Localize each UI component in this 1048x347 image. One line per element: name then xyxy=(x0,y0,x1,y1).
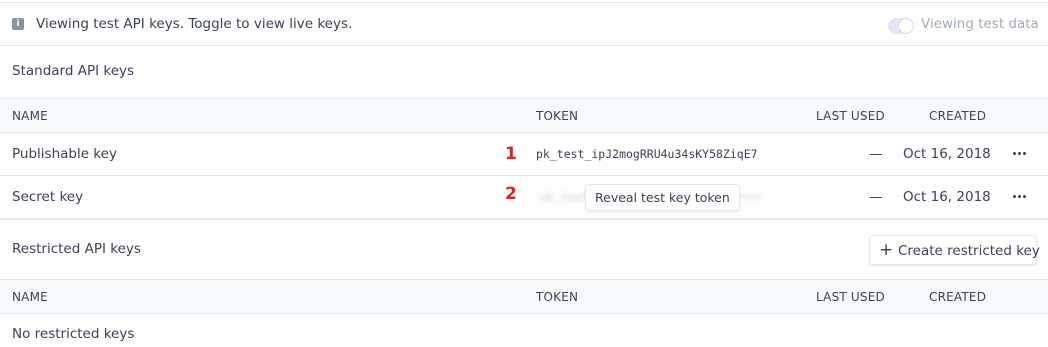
restricted-keys-title: Restricted API keys xyxy=(12,241,141,257)
banner-message: Viewing test API keys. Toggle to view li… xyxy=(36,16,353,32)
created-value: Oct 16, 2018 xyxy=(903,189,991,205)
key-token[interactable]: pk_test_ipJ2mogRRU4u34sKY58ZiqE7 xyxy=(536,147,758,161)
empty-state: No restricted keys xyxy=(12,326,135,342)
created-value: Oct 16, 2018 xyxy=(903,146,991,162)
info-icon: i xyxy=(12,18,24,30)
key-name: Publishable key xyxy=(12,146,117,162)
col-name: NAME xyxy=(12,109,48,123)
col-last-used: LAST USED xyxy=(816,109,885,123)
test-mode-banner: i Viewing test API keys. Toggle to view … xyxy=(0,2,1048,46)
col-name: NAME xyxy=(12,290,48,304)
standard-table-header: NAME TOKEN LAST USED CREATED xyxy=(0,98,1048,133)
view-live-toggle[interactable] xyxy=(888,18,914,34)
step-marker: 2 xyxy=(505,184,517,204)
more-horizontal-icon[interactable] xyxy=(1013,195,1027,199)
step-marker: 1 xyxy=(505,144,517,164)
table-row: Publishable key 1 pk_test_ipJ2mogRRU4u34… xyxy=(0,133,1048,176)
col-token: TOKEN xyxy=(536,290,579,304)
section-divider xyxy=(0,219,1048,220)
more-horizontal-icon[interactable] xyxy=(1013,152,1027,156)
col-last-used: LAST USED xyxy=(816,290,885,304)
last-used-value: — xyxy=(869,189,883,205)
key-name: Secret key xyxy=(12,189,84,205)
plus-icon: + xyxy=(879,240,894,260)
col-created: CREATED xyxy=(929,290,987,304)
toggle-label[interactable]: Viewing test data xyxy=(921,16,1039,32)
restricted-table-header: NAME TOKEN LAST USED CREATED xyxy=(0,279,1048,314)
toggle-knob xyxy=(899,19,913,33)
create-restricted-key-button[interactable]: + Create restricted key xyxy=(869,235,1040,265)
table-row: Secret key 2 sk_test_•••••••••••••••••••… xyxy=(0,176,1048,219)
col-token: TOKEN xyxy=(536,109,579,123)
col-created: CREATED xyxy=(929,109,987,123)
create-restricted-key-label: Create restricted key xyxy=(898,243,1040,259)
standard-keys-title: Standard API keys xyxy=(12,63,135,79)
reveal-token-button[interactable]: Reveal test key token xyxy=(585,184,740,211)
last-used-value: — xyxy=(869,146,883,162)
